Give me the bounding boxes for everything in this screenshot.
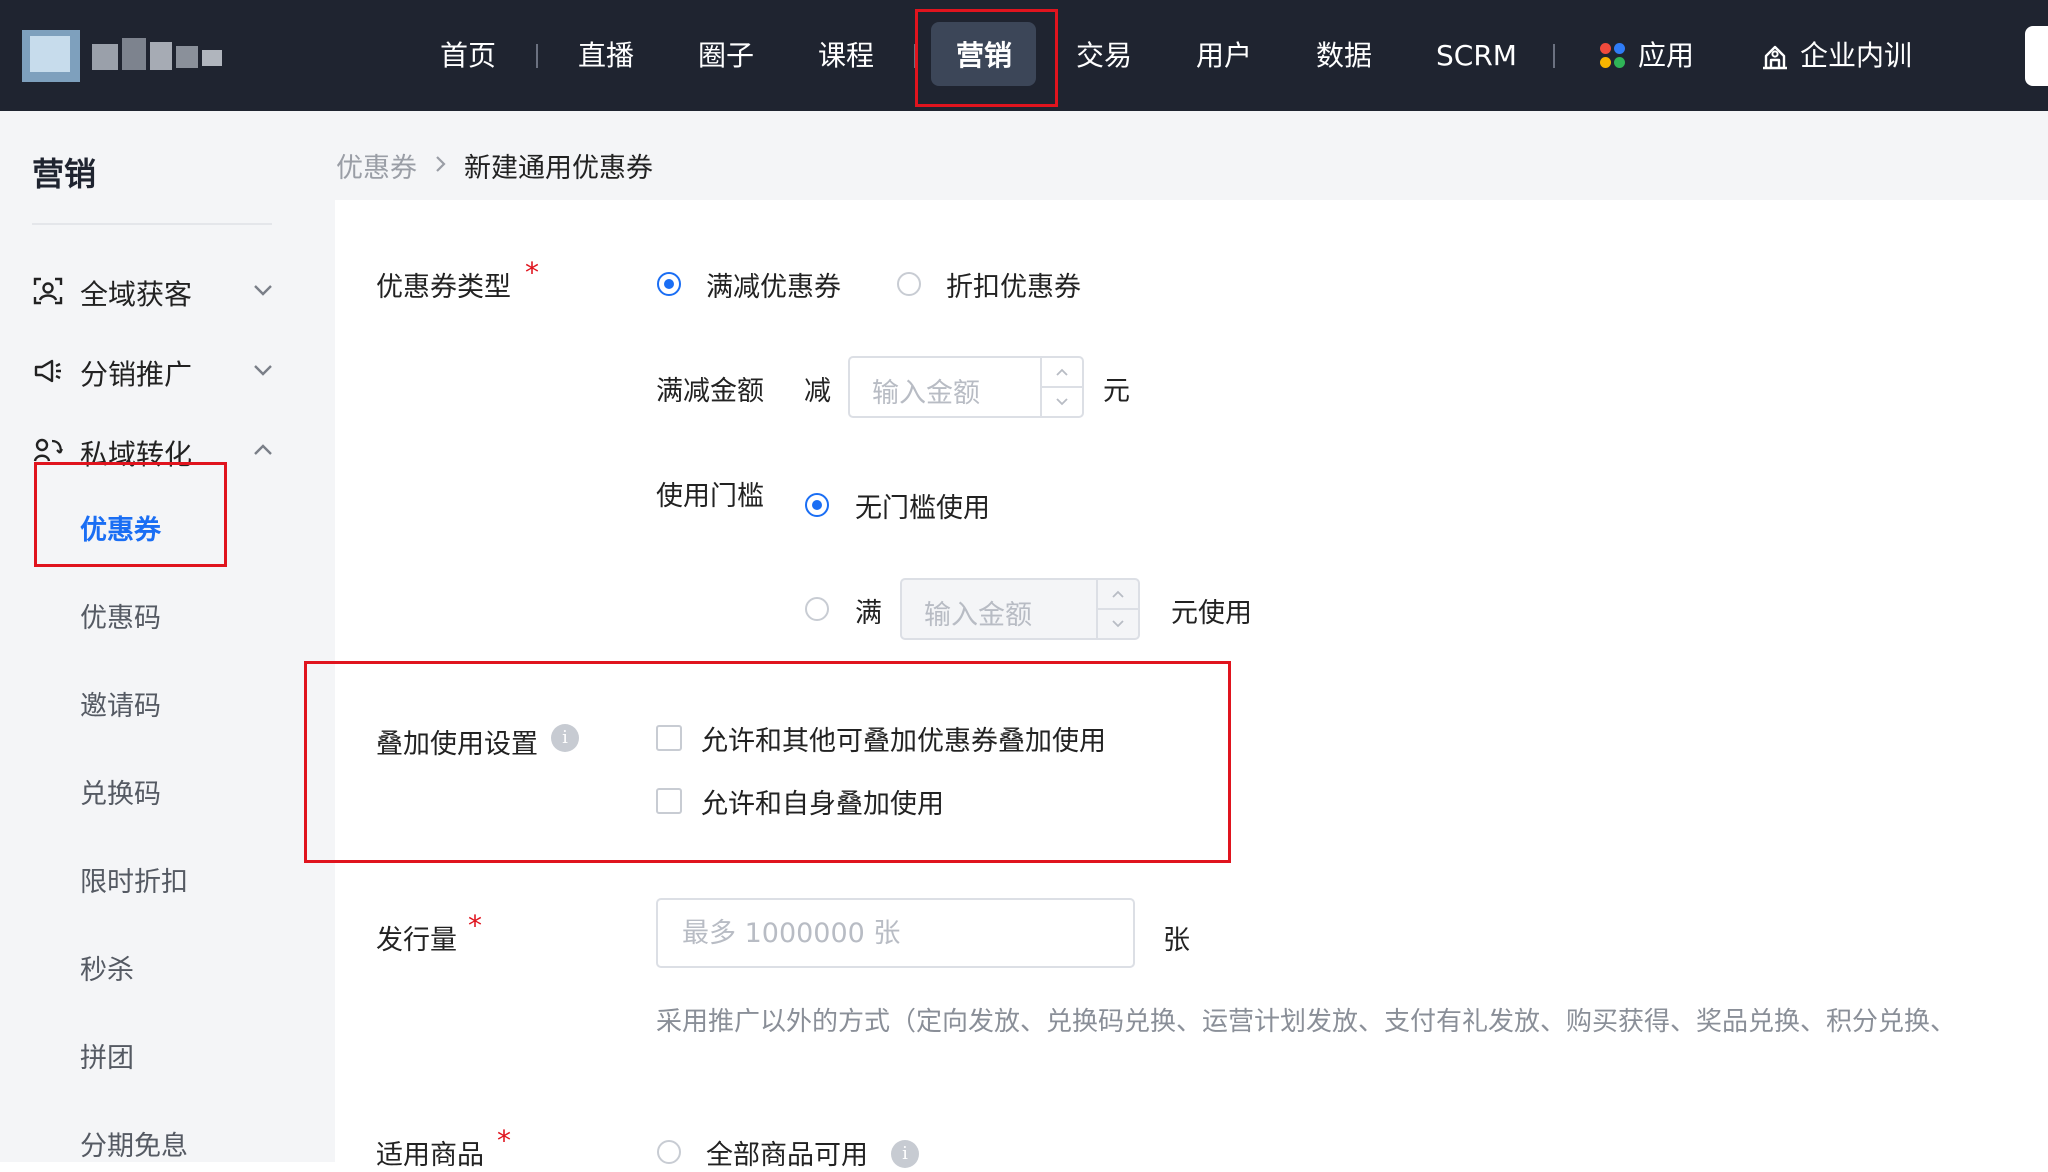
sidebar: 营销 全域获客 分销推广 私域转化 优惠券 优惠码 邀请码 兑换码 限时折扣 秒… bbox=[0, 111, 335, 1162]
radio-all-products[interactable] bbox=[657, 1140, 681, 1164]
breadcrumb-current: 新建通用优惠券 bbox=[464, 153, 653, 184]
issue-quantity-label: 发行量 bbox=[376, 925, 457, 956]
radio-no-threshold[interactable] bbox=[805, 493, 829, 517]
nav-separator bbox=[536, 44, 538, 68]
chevron-down-icon[interactable] bbox=[250, 277, 276, 303]
discount-amount-input[interactable]: 输入金额 bbox=[848, 356, 1084, 418]
nav-scrm[interactable]: SCRM bbox=[1436, 0, 1517, 111]
highlight-box-stacking bbox=[304, 661, 1231, 863]
nav-live[interactable]: 直播 bbox=[578, 0, 634, 111]
enterprise-training-icon bbox=[1763, 45, 1787, 70]
sidebar-item-flash-sale[interactable]: 秒杀 bbox=[80, 948, 134, 987]
issue-quantity-unit: 张 bbox=[1163, 925, 1190, 956]
megaphone-icon bbox=[34, 359, 61, 383]
sidebar-item-redeem-codes[interactable]: 兑换码 bbox=[80, 772, 161, 811]
highlight-box-coupons bbox=[34, 462, 227, 567]
apps-icon bbox=[1600, 43, 1626, 69]
sidebar-item-invite-codes[interactable]: 邀请码 bbox=[80, 684, 161, 723]
option-discount-label[interactable]: 折扣优惠券 bbox=[946, 265, 1081, 304]
discount-amount-placeholder: 输入金额 bbox=[872, 378, 980, 409]
number-stepper[interactable] bbox=[1040, 358, 1082, 416]
top-right-button[interactable] bbox=[2025, 26, 2048, 86]
required-mark: * bbox=[525, 256, 539, 289]
nav-enterprise-training[interactable]: 企业内训 bbox=[1800, 0, 1912, 111]
stepper-up-icon[interactable] bbox=[1055, 366, 1069, 380]
applicable-products-label: 适用商品 bbox=[376, 1140, 484, 1171]
option-no-threshold-label[interactable]: 无门槛使用 bbox=[855, 486, 990, 525]
nav-users[interactable]: 用户 bbox=[1196, 0, 1252, 111]
option-all-products-label[interactable]: 全部商品可用 bbox=[706, 1133, 868, 1172]
discount-amount-label: 满减金额 bbox=[656, 376, 764, 407]
breadcrumb-parent[interactable]: 优惠券 bbox=[336, 146, 417, 185]
sidebar-group-distribution[interactable]: 分销推广 bbox=[32, 349, 292, 393]
sidebar-group-label: 分销推广 bbox=[80, 358, 193, 391]
option-full-reduction-label[interactable]: 满减优惠券 bbox=[706, 265, 841, 304]
radio-min-threshold[interactable] bbox=[805, 597, 829, 621]
coupon-type-label: 优惠券类型 bbox=[376, 272, 511, 303]
brand-logo[interactable] bbox=[22, 30, 222, 82]
nav-apps[interactable]: 应用 bbox=[1638, 0, 1694, 111]
number-stepper[interactable] bbox=[1096, 580, 1138, 638]
sidebar-group-label: 全域获客 bbox=[80, 278, 193, 311]
info-icon[interactable]: i bbox=[891, 1140, 919, 1168]
sidebar-title: 营销 bbox=[32, 155, 97, 193]
radio-discount[interactable] bbox=[897, 272, 921, 296]
required-mark: * bbox=[468, 909, 482, 942]
chevron-up-icon[interactable] bbox=[250, 437, 276, 463]
threshold-amount-placeholder: 输入金额 bbox=[924, 600, 1032, 631]
chevron-right-icon bbox=[436, 156, 446, 172]
stepper-down-icon[interactable] bbox=[1055, 394, 1069, 408]
threshold-amount-input[interactable]: 输入金额 bbox=[900, 578, 1140, 640]
issue-quantity-input[interactable] bbox=[656, 898, 1135, 968]
radio-full-reduction[interactable] bbox=[657, 272, 681, 296]
stepper-up-icon[interactable] bbox=[1111, 588, 1125, 602]
sidebar-item-coupon-codes[interactable]: 优惠码 bbox=[80, 596, 161, 635]
nav-separator bbox=[1553, 44, 1555, 68]
stepper-down-icon[interactable] bbox=[1111, 616, 1125, 630]
sidebar-item-installments[interactable]: 分期免息 bbox=[80, 1124, 188, 1163]
option-min-threshold-suffix: 元使用 bbox=[1171, 598, 1252, 629]
issue-quantity-field[interactable] bbox=[658, 900, 1133, 966]
nav-circle[interactable]: 圈子 bbox=[698, 0, 754, 111]
option-min-threshold-prefix[interactable]: 满 bbox=[855, 591, 882, 630]
discount-amount-unit: 元 bbox=[1103, 376, 1130, 407]
nav-courses[interactable]: 课程 bbox=[818, 0, 874, 111]
nav-home[interactable]: 首页 bbox=[440, 0, 496, 111]
highlight-box-marketing-tab bbox=[915, 9, 1058, 107]
nav-data[interactable]: 数据 bbox=[1316, 0, 1372, 111]
user-scan-icon bbox=[33, 277, 63, 305]
threshold-label: 使用门槛 bbox=[656, 481, 764, 512]
chevron-down-icon[interactable] bbox=[250, 357, 276, 383]
required-mark: * bbox=[497, 1124, 511, 1157]
nav-transactions[interactable]: 交易 bbox=[1076, 0, 1132, 111]
sidebar-item-limited-discount[interactable]: 限时折扣 bbox=[80, 860, 188, 899]
sidebar-group-acquisition[interactable]: 全域获客 bbox=[32, 269, 292, 313]
sidebar-item-group-buy[interactable]: 拼团 bbox=[80, 1036, 134, 1075]
issue-quantity-hint: 采用推广以外的方式（定向发放、兑换码兑换、运营计划发放、支付有礼发放、购买获得、… bbox=[656, 1007, 1957, 1037]
sidebar-divider bbox=[32, 223, 272, 225]
discount-amount-prefix: 减 bbox=[804, 376, 831, 407]
